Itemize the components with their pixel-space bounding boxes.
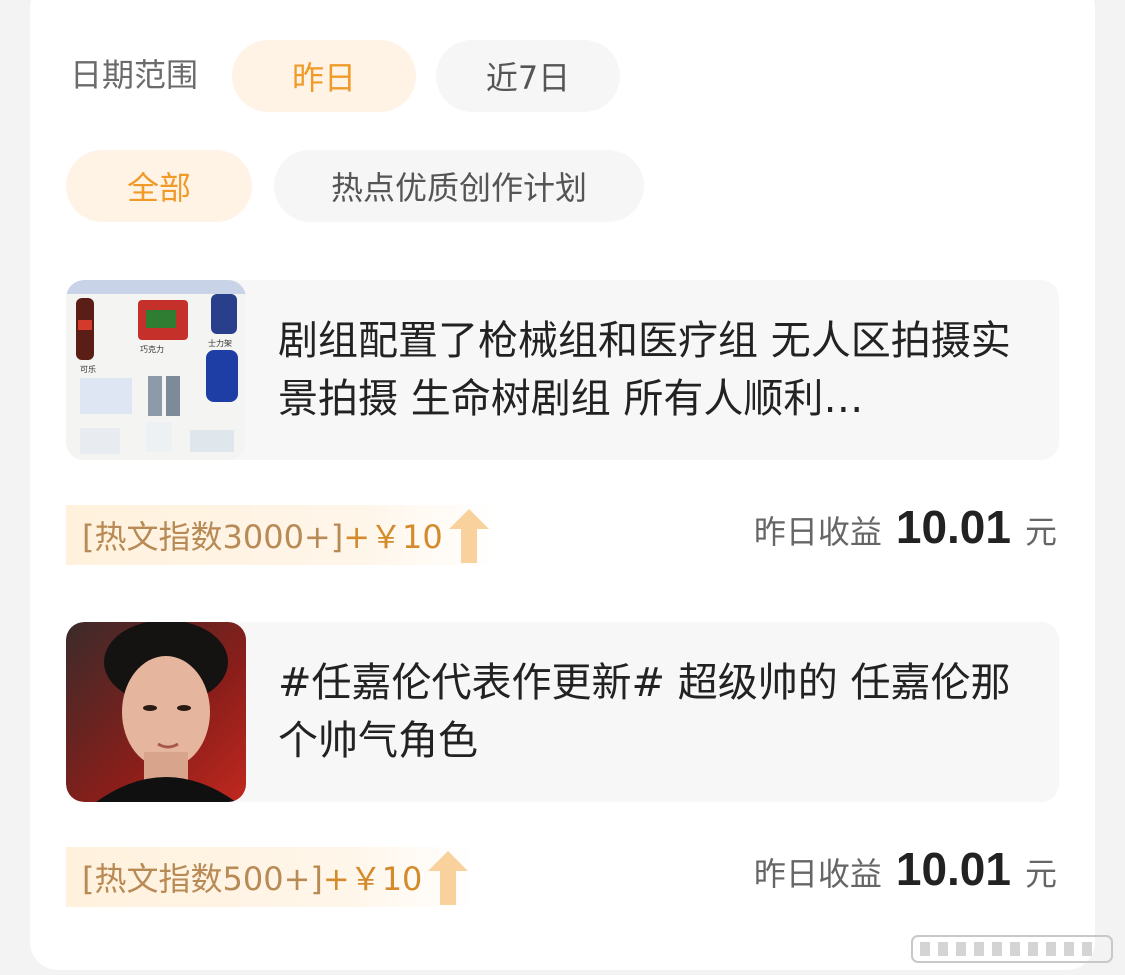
yesterday-earnings: 昨日收益 10.01 元 [754,842,1057,902]
earnings-value: 10.01 [895,501,1011,553]
article-card[interactable]: 可乐 巧克力 士力架 剧组配置了枪械组和医疗组 无人区拍摄实景拍摄 生命树剧组 … [66,280,1059,460]
watermark-icon [911,935,1113,963]
supplies-photo-image: 可乐 巧克力 士力架 [66,280,246,460]
category-option-all[interactable]: 全部 [66,150,252,222]
bonus-label: [热文指数3000+] [82,518,344,556]
bonus-amount: +￥10 [343,518,443,556]
yesterday-earnings: 昨日收益 10.01 元 [754,500,1057,560]
category-option-hot-plan[interactable]: 热点优质创作计划 [274,150,644,222]
date-option-7days[interactable]: 近7日 [436,40,620,112]
svg-text:巧克力: 巧克力 [140,344,164,354]
bonus-label: [热文指数500+] [82,860,323,898]
arrow-up-icon [428,851,469,905]
svg-text:可乐: 可乐 [80,364,96,374]
article-title: #任嘉伦代表作更新# 超级帅的 任嘉伦那个帅气角色 [278,660,1011,764]
bonus-amount: +￥10 [322,860,423,898]
hot-index-bonus: [热文指数500+] +￥10 [66,847,475,907]
actor-portrait-image [66,622,246,802]
arrow-up-icon [448,509,489,563]
article-card[interactable]: #任嘉伦代表作更新# 超级帅的 任嘉伦那个帅气角色 [66,622,1059,802]
earnings-value: 10.01 [895,843,1011,895]
earnings-card [30,0,1095,970]
article-thumbnail: 可乐 巧克力 士力架 [66,280,246,460]
svg-text:士力架: 士力架 [208,338,232,348]
earnings-label: 昨日收益 [753,855,882,893]
article-title: 剧组配置了枪械组和医疗组 无人区拍摄实景拍摄 生命树剧组 所有人顺利… [278,318,1011,422]
earnings-unit: 元 [1024,855,1057,893]
earnings-label: 昨日收益 [753,513,882,551]
earnings-unit: 元 [1024,513,1057,551]
article-thumbnail [66,622,246,802]
hot-index-bonus: [热文指数3000+] +￥10 [66,505,495,565]
date-range-label: 日期范围 [70,56,199,94]
date-option-yesterday[interactable]: 昨日 [232,40,416,112]
